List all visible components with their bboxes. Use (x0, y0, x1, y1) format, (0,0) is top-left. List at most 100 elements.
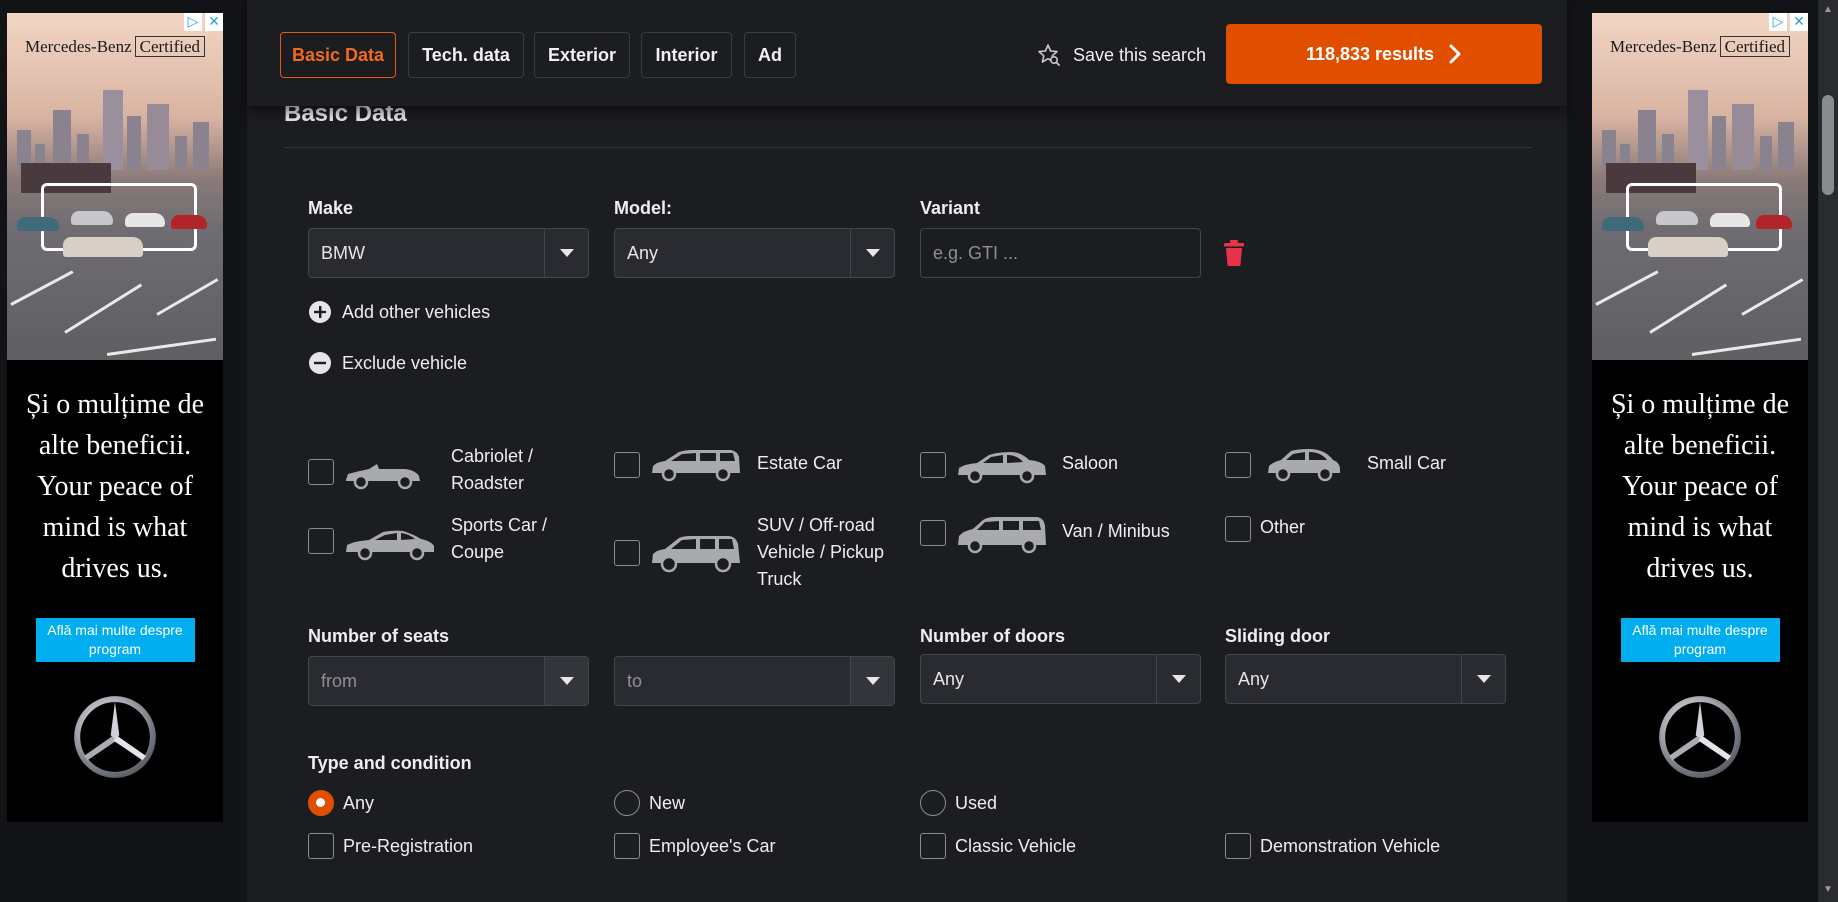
advertisement-left[interactable]: ▷ ✕ Mercedes-Benz Certified Și o mulțime … (7, 13, 223, 822)
ad-choices-icon[interactable]: ▷ (1769, 13, 1787, 31)
condition-label: Type and condition (308, 753, 472, 773)
page-scrollbar[interactable]: ▲ ▼ (1818, 0, 1838, 902)
chevron-right-icon (1449, 44, 1461, 64)
ad-headline: Și o mulțime de alte beneficii. Your pea… (1610, 389, 1790, 584)
checkbox-employees-car[interactable] (614, 833, 640, 859)
model-value: Any (627, 243, 659, 263)
checkbox-cabriolet[interactable] (308, 459, 334, 485)
doors-select[interactable]: Any (920, 654, 1201, 704)
ad-choices-icon[interactable]: ▷ (184, 13, 202, 31)
chevron-down-icon[interactable] (1156, 655, 1200, 703)
tab-exterior[interactable]: Exterior (534, 32, 630, 78)
estate-car-icon (652, 450, 740, 482)
cabriolet-icon (346, 464, 420, 490)
employees-car-label: Employee's Car (649, 836, 776, 856)
body-type-label: Cabriolet / Roadster (451, 446, 534, 493)
body-type-label: Other (1260, 517, 1306, 537)
checkbox-small-car[interactable] (1225, 452, 1251, 478)
radio-used[interactable] (920, 790, 946, 816)
ad-image: ▷ ✕ Mercedes-Benz Certified (7, 13, 223, 360)
checkbox-van[interactable] (920, 520, 946, 546)
variant-input[interactable]: e.g. GTI ... (920, 228, 1201, 278)
seats-from-select[interactable]: from (308, 656, 589, 706)
ad-brand-logo: Mercedes-Benz Certified (7, 36, 223, 57)
van-icon (958, 517, 1046, 554)
demonstration-vehicle-label: Demonstration Vehicle (1260, 836, 1441, 856)
chevron-down-icon[interactable] (544, 229, 588, 277)
scroll-up-icon[interactable]: ▲ (1822, 4, 1834, 16)
model-label: Model: (614, 198, 672, 218)
ad-skyline (7, 80, 223, 170)
body-type-label: Van / Minibus (1062, 521, 1170, 541)
ad-headline: Și o mulțime de alte beneficii. Your pea… (25, 389, 205, 584)
sliding-door-label: Sliding door (1225, 626, 1330, 646)
body-type-label: Small Car (1367, 453, 1447, 473)
search-panel: Basic Data Tech. data Exterior Interior … (247, 0, 1567, 902)
ad-choices[interactable]: ▷ ✕ (1769, 13, 1808, 31)
show-results-button[interactable]: 118,833 results (1226, 24, 1542, 84)
pre-registration-label: Pre-Registration (343, 836, 474, 856)
body-type-label: Saloon (1062, 453, 1119, 473)
body-type-label: Estate Car (757, 453, 843, 473)
search-toolbar: Basic Data Tech. data Exterior Interior … (247, 0, 1567, 106)
checkbox-other[interactable] (1225, 516, 1251, 542)
radio-any[interactable] (308, 790, 334, 816)
scroll-down-icon[interactable]: ▼ (1822, 884, 1834, 896)
plus-circle-icon (309, 301, 331, 323)
chevron-down-icon[interactable] (544, 657, 588, 705)
ad-close-icon[interactable]: ✕ (1790, 13, 1808, 31)
model-select[interactable]: Any (614, 228, 895, 278)
save-search-label: Save this search (1073, 44, 1207, 65)
variant-label: Variant (920, 198, 981, 218)
mercedes-star-icon (74, 696, 156, 778)
chevron-down-icon[interactable] (1461, 655, 1505, 703)
scrollbar-thumb[interactable] (1822, 95, 1834, 195)
ad-skyline (1592, 80, 1808, 170)
save-search-button[interactable]: Save this search (1037, 40, 1206, 70)
make-select[interactable]: BMW (308, 228, 589, 278)
seats-to-select[interactable]: to (614, 656, 895, 706)
add-other-vehicles-label: Add other vehicles (342, 301, 491, 322)
suv-icon (652, 536, 740, 573)
advertisement-right[interactable]: ▷ ✕ Mercedes-Benz Certified Și o mulțime … (1592, 13, 1808, 822)
tab-basic-data[interactable]: Basic Data (280, 32, 396, 78)
checkbox-suv[interactable] (614, 540, 640, 566)
doors-value: Any (933, 669, 965, 689)
ad-image: ▷ ✕ Mercedes-Benz Certified (1592, 13, 1808, 360)
make-label: Make (308, 198, 354, 218)
checkbox-demonstration-vehicle[interactable] (1225, 833, 1251, 859)
chevron-down-icon[interactable] (850, 229, 894, 277)
radio-new-label: New (649, 793, 686, 813)
saloon-icon (958, 452, 1046, 484)
chevron-down-icon[interactable] (850, 657, 894, 705)
checkbox-estate-car[interactable] (614, 452, 640, 478)
tab-interior[interactable]: Interior (641, 32, 732, 78)
sliding-door-value: Any (1238, 669, 1270, 689)
seats-from-value: from (321, 671, 357, 691)
exclude-vehicle-button[interactable]: Exclude vehicle (308, 351, 467, 375)
ad-close-icon[interactable]: ✕ (205, 13, 223, 31)
results-count: 118,833 results (1305, 43, 1435, 64)
checkbox-pre-registration[interactable] (308, 833, 334, 859)
seats-to-value: to (627, 671, 643, 691)
radio-new[interactable] (614, 790, 640, 816)
tab-tech-data[interactable]: Tech. data (408, 32, 524, 78)
ad-cta-button[interactable]: Află mai multe despre program (1620, 618, 1780, 662)
ad-choices[interactable]: ▷ ✕ (184, 13, 223, 31)
body-type-label: Sports Car / Coupe (451, 515, 548, 562)
small-car-icon (1268, 449, 1340, 482)
ad-brand-logo: Mercedes-Benz Certified (1592, 36, 1808, 57)
checkbox-saloon[interactable] (920, 452, 946, 478)
checkbox-classic-vehicle[interactable] (920, 833, 946, 859)
section-divider (284, 147, 1532, 148)
seats-label: Number of seats (308, 626, 450, 646)
body-type-label: SUV / Off-road Vehicle / Pickup Truck (757, 515, 885, 589)
ad-cta-button[interactable]: Află mai multe despre program (35, 618, 195, 662)
trash-icon[interactable] (1223, 239, 1245, 267)
add-other-vehicles-button[interactable]: Add other vehicles (308, 300, 490, 324)
checkbox-sports-car[interactable] (308, 528, 334, 554)
star-search-icon (1038, 44, 1060, 66)
tab-ad[interactable]: Ad (744, 32, 796, 78)
make-value: BMW (321, 243, 365, 263)
sliding-door-select[interactable]: Any (1225, 654, 1506, 704)
